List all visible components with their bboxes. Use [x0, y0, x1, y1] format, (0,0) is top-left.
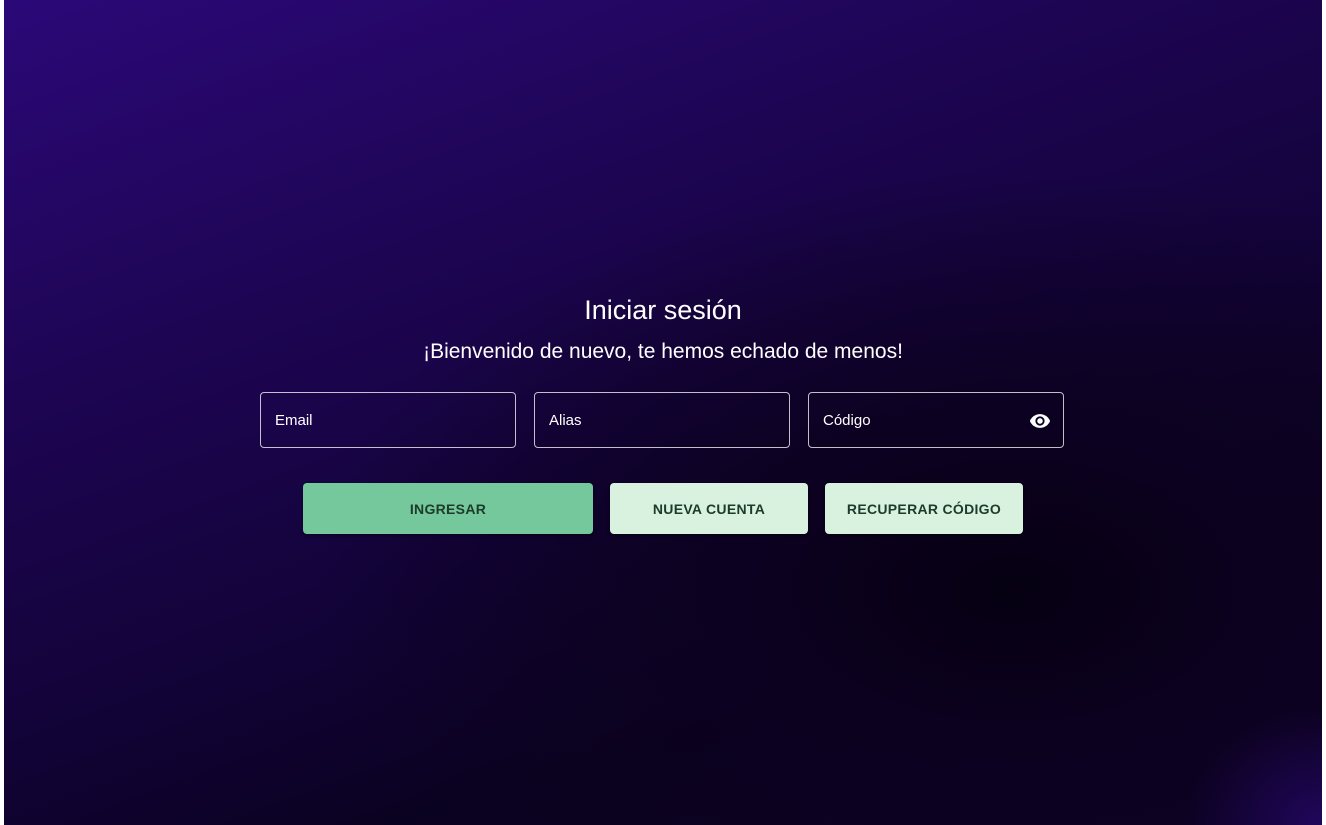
alias-field-container	[534, 392, 790, 448]
login-button[interactable]: INGRESAR	[303, 483, 593, 534]
alias-field[interactable]	[535, 393, 789, 447]
background-glow	[1182, 705, 1322, 825]
recover-code-button[interactable]: RECUPERAR CÓDIGO	[825, 483, 1023, 534]
email-field[interactable]	[261, 393, 515, 447]
email-field-container	[260, 392, 516, 448]
code-field-container	[808, 392, 1064, 448]
page-title: Iniciar sesión	[584, 295, 742, 325]
page-subtitle: ¡Bienvenido de nuevo, te hemos echado de…	[423, 340, 903, 363]
code-field[interactable]	[809, 393, 1063, 447]
eye-icon[interactable]	[1029, 410, 1051, 432]
new-account-button[interactable]: NUEVA CUENTA	[610, 483, 808, 534]
login-page: Iniciar sesión ¡Bienvenido de nuevo, te …	[4, 0, 1322, 825]
